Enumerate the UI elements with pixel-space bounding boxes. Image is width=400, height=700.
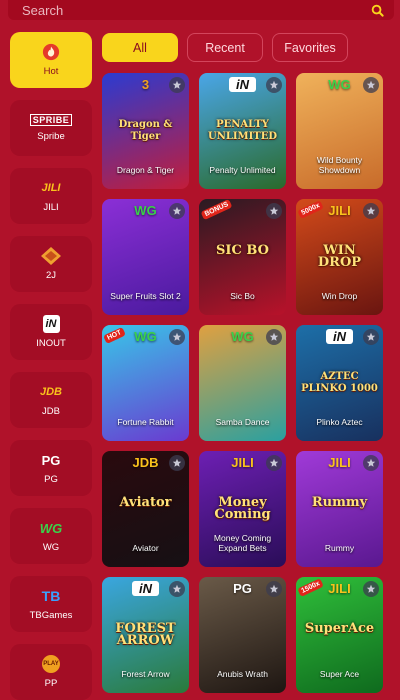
- game-title: Fortune Rabbit: [117, 417, 174, 427]
- game-title: Wild Bounty Showdown: [316, 155, 363, 175]
- game-art-text: Rummy: [311, 495, 368, 510]
- inout-logo: iN: [42, 315, 60, 333]
- game-art-text: FOREST ARROW: [115, 621, 176, 648]
- sidebar-item-label: JDB: [42, 406, 60, 417]
- tab-recent[interactable]: Recent: [187, 33, 263, 62]
- sidebar-item-label: WG: [42, 542, 60, 553]
- sidebar-item-jili[interactable]: JILI JILI: [10, 168, 92, 224]
- game-art-text: SIC BO: [216, 243, 269, 258]
- game-title: Win Drop: [321, 291, 358, 301]
- jdb-logo: JDB: [39, 386, 62, 398]
- game-art-text: PENALTY UNLIMITED: [207, 119, 278, 142]
- game-card[interactable]: iN FOREST ARROW Forest Arrow: [102, 577, 189, 693]
- sidebar-item-label: TBGames: [29, 610, 73, 621]
- favorite-star-icon[interactable]: [266, 203, 282, 219]
- game-card[interactable]: JILI Money Coming Money Coming Expand Bets: [199, 451, 286, 567]
- game-card[interactable]: WG Wild Bounty Showdown: [296, 73, 383, 189]
- favorite-star-icon[interactable]: [363, 581, 379, 597]
- sidebar-item-label: INOUT: [36, 338, 66, 349]
- sidebar-item-spribe[interactable]: SPRIBE Spribe: [10, 100, 92, 156]
- filter-tabs: All Recent Favorites: [102, 33, 348, 62]
- provider-logo: iN: [229, 77, 256, 92]
- game-art-text: WIN DROP: [317, 243, 362, 270]
- sidebar-item-tbgames[interactable]: TB TBGames: [10, 576, 92, 632]
- favorite-star-icon[interactable]: [363, 77, 379, 93]
- game-card[interactable]: WG Super Fruits Slot 2: [102, 199, 189, 315]
- sidebar-item-2j[interactable]: 2J: [10, 236, 92, 292]
- favorite-star-icon[interactable]: [266, 581, 282, 597]
- favorite-star-icon[interactable]: [363, 203, 379, 219]
- sidebar-item-label: JILI: [43, 202, 59, 213]
- game-title: Money Coming Expand Bets: [213, 533, 272, 553]
- game-title: Rummy: [324, 543, 355, 553]
- tab-favorites[interactable]: Favorites: [272, 33, 348, 62]
- game-art-text: AZTEC PLINKO 1000: [301, 371, 378, 394]
- favorite-star-icon[interactable]: [169, 329, 185, 345]
- search-input[interactable]: [22, 2, 370, 18]
- 2j-logo: [40, 247, 62, 265]
- sidebar-item-pg[interactable]: PG PG: [10, 440, 92, 496]
- game-title: Super Ace: [319, 669, 360, 679]
- sidebar-item-label: Spribe: [37, 131, 65, 142]
- favorite-star-icon[interactable]: [169, 77, 185, 93]
- game-title: Aviator: [132, 543, 159, 553]
- spribe-logo: SPRIBE: [29, 114, 73, 126]
- game-card[interactable]: PG Anubis Wrath: [199, 577, 286, 693]
- provider-logo: iN: [132, 581, 159, 596]
- sidebar-item-label: Hot: [43, 66, 59, 77]
- wg-logo: WG: [39, 520, 63, 536]
- game-card[interactable]: JILI Rummy Rummy: [296, 451, 383, 567]
- game-title: Sic Bo: [230, 291, 255, 301]
- sidebar-item-label: PG: [44, 474, 58, 485]
- game-card[interactable]: JILI 1500x SuperAce Super Ace: [296, 577, 383, 693]
- sidebar-item-pp[interactable]: PLAY PP: [10, 644, 92, 700]
- game-title: Dragon & Tiger: [116, 165, 175, 175]
- game-title: Forest Arrow: [121, 669, 170, 679]
- sidebar-item-jdb[interactable]: JDB JDB: [10, 372, 92, 428]
- favorite-star-icon[interactable]: [169, 203, 185, 219]
- game-title: Super Fruits Slot 2: [110, 291, 181, 301]
- game-card[interactable]: JILI 5000x WIN DROP Win Drop: [296, 199, 383, 315]
- favorite-star-icon[interactable]: [169, 455, 185, 471]
- jili-logo: JILI: [41, 182, 61, 194]
- favorite-star-icon[interactable]: [266, 77, 282, 93]
- sidebar-item-wg[interactable]: WG WG: [10, 508, 92, 564]
- tab-all[interactable]: All: [102, 33, 178, 62]
- game-title: Samba Dance: [215, 417, 270, 427]
- sidebar-item-label: 2J: [45, 270, 57, 281]
- game-card[interactable]: iN PENALTY UNLIMITED Penalty Unlimited: [199, 73, 286, 189]
- provider-logo: iN: [326, 329, 353, 344]
- favorite-star-icon[interactable]: [363, 329, 379, 345]
- game-grid: 3 Dragon & Tiger Dragon & Tiger iN PENALTY U…: [102, 73, 384, 700]
- game-title: Anubis Wrath: [217, 669, 268, 679]
- game-art-text: Dragon & Tiger: [118, 119, 173, 142]
- game-card[interactable]: BONUS SIC BO Sic Bo: [199, 199, 286, 315]
- search-bar[interactable]: [8, 0, 394, 20]
- game-card[interactable]: 3 Dragon & Tiger Dragon & Tiger: [102, 73, 189, 189]
- flame-icon: [42, 43, 60, 61]
- game-art-text: SuperAce: [304, 621, 375, 636]
- game-card[interactable]: WG Samba Dance: [199, 325, 286, 441]
- game-art-text: Money Coming: [214, 495, 271, 522]
- sidebar-item-inout[interactable]: iN INOUT: [10, 304, 92, 360]
- favorite-star-icon[interactable]: [266, 329, 282, 345]
- game-card[interactable]: WG HOT Fortune Rabbit: [102, 325, 189, 441]
- favorite-star-icon[interactable]: [266, 455, 282, 471]
- game-art-text: Aviator: [119, 495, 172, 510]
- search-icon[interactable]: [370, 3, 384, 17]
- pp-logo: PLAY: [42, 655, 60, 673]
- game-title: Plinko Aztec: [316, 417, 363, 427]
- tbgames-logo: TB: [41, 588, 61, 604]
- favorite-star-icon[interactable]: [363, 455, 379, 471]
- favorite-star-icon[interactable]: [169, 581, 185, 597]
- pg-logo: PG: [41, 452, 61, 468]
- game-title: Penalty Unlimited: [209, 165, 276, 175]
- sidebar-item-hot[interactable]: Hot: [10, 32, 92, 88]
- game-card[interactable]: iN AZTEC PLINKO 1000 Plinko Aztec: [296, 325, 383, 441]
- sidebar-item-label: PP: [44, 678, 58, 689]
- game-card[interactable]: JDB Aviator Aviator: [102, 451, 189, 567]
